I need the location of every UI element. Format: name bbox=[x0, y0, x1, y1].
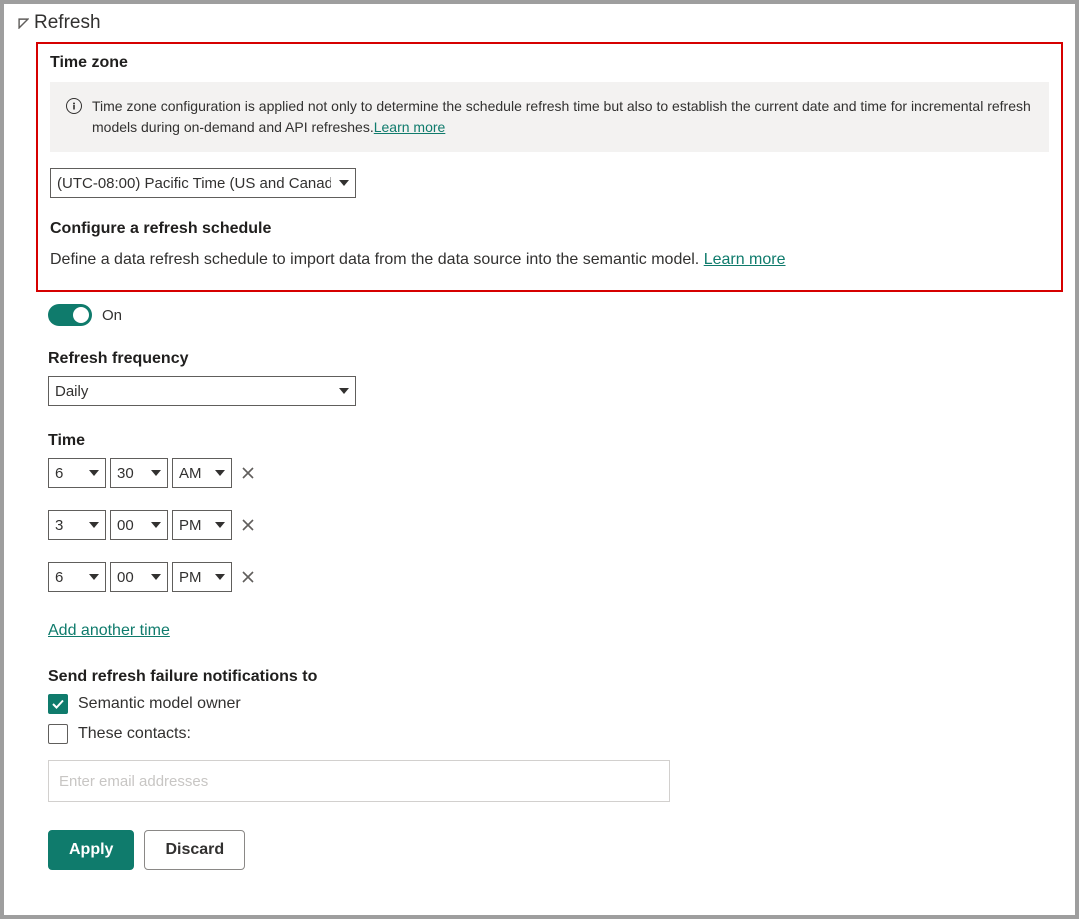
expand-collapse-icon[interactable] bbox=[16, 16, 30, 30]
minute-select-0[interactable]: 30 bbox=[110, 458, 168, 488]
time-row-2: 6 00 PM bbox=[48, 562, 1063, 592]
owner-check-label: Semantic model owner bbox=[78, 695, 241, 713]
ampm-select-1[interactable]: PM bbox=[172, 510, 232, 540]
timezone-heading: Time zone bbox=[50, 54, 1049, 72]
timezone-select[interactable]: (UTC-08:00) Pacific Time (US and Canada) bbox=[50, 168, 356, 198]
remove-time-0[interactable] bbox=[240, 465, 256, 481]
remove-time-2[interactable] bbox=[240, 569, 256, 585]
action-buttons: Apply Discard bbox=[48, 830, 1063, 870]
refresh-settings-panel: Refresh Time zone Time zone configuratio… bbox=[4, 4, 1075, 915]
schedule-toggle-label: On bbox=[102, 307, 122, 324]
discard-button[interactable]: Discard bbox=[144, 830, 245, 870]
time-row-0: 6 30 AM bbox=[48, 458, 1063, 488]
schedule-toggle-row: On bbox=[48, 304, 1063, 326]
contacts-checkbox[interactable] bbox=[48, 724, 68, 744]
minute-select-2[interactable]: 00 bbox=[110, 562, 168, 592]
frequency-label: Refresh frequency bbox=[48, 350, 1063, 368]
schedule-heading: Configure a refresh schedule bbox=[50, 220, 1049, 238]
timezone-info-text: Time zone configuration is applied not o… bbox=[92, 98, 1031, 135]
hour-select-1[interactable]: 3 bbox=[48, 510, 106, 540]
remove-time-1[interactable] bbox=[240, 517, 256, 533]
schedule-toggle[interactable] bbox=[48, 304, 92, 326]
hour-select-2[interactable]: 6 bbox=[48, 562, 106, 592]
time-label: Time bbox=[48, 432, 1063, 450]
section-header[interactable]: Refresh bbox=[16, 12, 1063, 34]
settings-content: On Refresh frequency Daily Time 6 30 AM … bbox=[48, 304, 1063, 870]
schedule-learn-more-link[interactable]: Learn more bbox=[704, 251, 786, 268]
hour-select-0[interactable]: 6 bbox=[48, 458, 106, 488]
timezone-learn-more-link[interactable]: Learn more bbox=[374, 119, 446, 135]
timezone-info-bar: Time zone configuration is applied not o… bbox=[50, 82, 1049, 152]
contacts-check-label: These contacts: bbox=[78, 725, 191, 743]
add-another-time-link[interactable]: Add another time bbox=[48, 622, 170, 640]
schedule-description: Define a data refresh schedule to import… bbox=[50, 251, 704, 268]
ampm-select-2[interactable]: PM bbox=[172, 562, 232, 592]
section-title: Refresh bbox=[34, 12, 101, 34]
highlighted-region: Time zone Time zone configuration is app… bbox=[36, 42, 1063, 292]
owner-checkbox[interactable] bbox=[48, 694, 68, 714]
contacts-email-input[interactable] bbox=[48, 760, 670, 802]
time-row-1: 3 00 PM bbox=[48, 510, 1063, 540]
ampm-select-0[interactable]: AM bbox=[172, 458, 232, 488]
contacts-check-row: These contacts: bbox=[48, 724, 1063, 744]
info-icon bbox=[66, 98, 82, 114]
schedule-description-row: Define a data refresh schedule to import… bbox=[50, 248, 1049, 272]
owner-check-row: Semantic model owner bbox=[48, 694, 1063, 714]
apply-button[interactable]: Apply bbox=[48, 830, 134, 870]
info-text-container: Time zone configuration is applied not o… bbox=[92, 96, 1033, 138]
notifications-heading: Send refresh failure notifications to bbox=[48, 668, 1063, 686]
frequency-select[interactable]: Daily bbox=[48, 376, 356, 406]
minute-select-1[interactable]: 00 bbox=[110, 510, 168, 540]
